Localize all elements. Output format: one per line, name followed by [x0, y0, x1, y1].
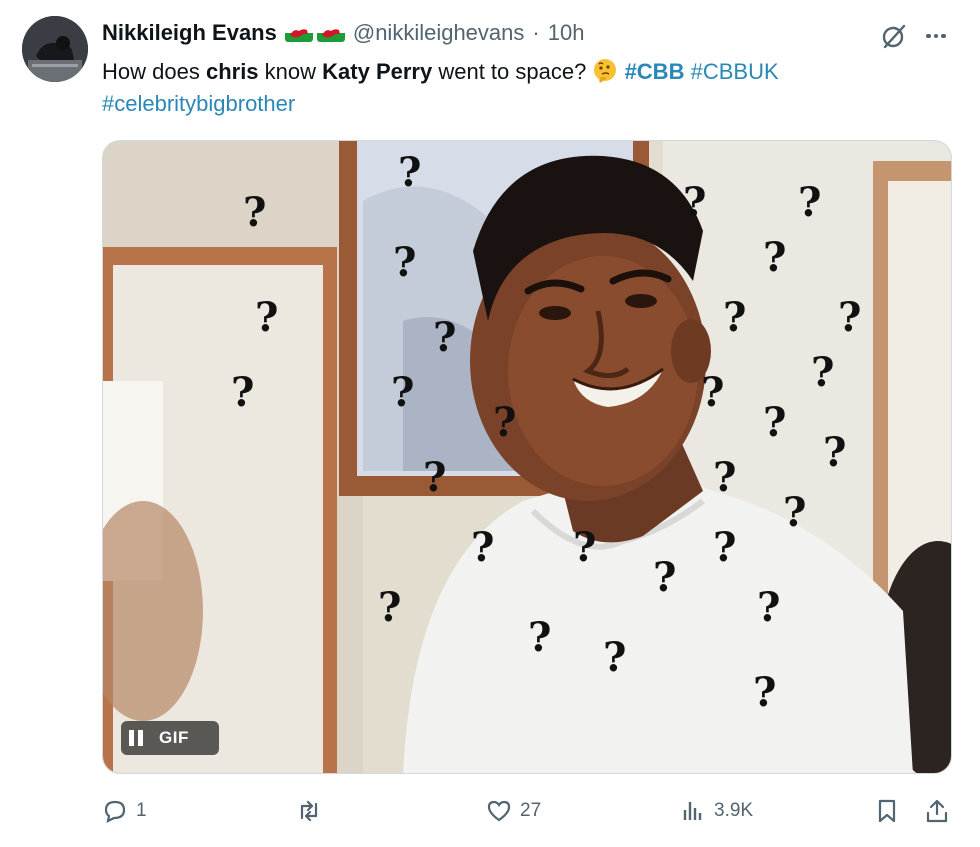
more-icon[interactable]	[922, 22, 950, 50]
share-icon	[926, 799, 948, 823]
like-button[interactable]: 27	[486, 794, 541, 828]
tweet-text-part: know	[258, 59, 323, 84]
tweet-text-part: How does	[102, 59, 206, 84]
user-handle[interactable]: @nikkileighevans	[353, 20, 525, 46]
flag-emojis	[284, 24, 345, 42]
wales-flag-icon	[284, 24, 313, 42]
hashtag-celebritybigbrother[interactable]: #celebritybigbrother	[102, 91, 295, 116]
svg-text:?: ?	[391, 369, 414, 416]
svg-text:?: ?	[753, 669, 776, 716]
svg-text:?: ?	[423, 454, 446, 501]
svg-text:?: ?	[528, 614, 551, 661]
like-icon	[487, 800, 511, 822]
bookmark-icon	[878, 799, 896, 823]
svg-text:?: ?	[783, 489, 806, 536]
tweet-header: Nikkileigh Evans @nikkileighevans · 10h	[102, 18, 584, 48]
mention-katy-perry: Katy Perry	[322, 59, 433, 84]
svg-text:?: ?	[433, 314, 456, 361]
thinking-face-emoji-icon	[594, 59, 617, 83]
bookmark-button[interactable]	[874, 794, 900, 828]
mention-chris: chris	[205, 59, 259, 84]
separator: ·	[532, 20, 540, 45]
svg-text:?: ?	[573, 524, 596, 571]
svg-text:?: ?	[231, 369, 254, 416]
timestamp[interactable]: 10h	[548, 20, 585, 46]
share-button[interactable]	[924, 794, 950, 828]
svg-text:?: ?	[723, 294, 746, 341]
like-count: 27	[520, 800, 542, 821]
svg-text:?: ?	[471, 524, 494, 571]
svg-text:?: ?	[713, 454, 736, 501]
svg-text:?: ?	[701, 369, 724, 416]
svg-text:?: ?	[683, 179, 706, 226]
svg-text:?: ?	[378, 584, 401, 631]
tweet-text: How does chris know Katy Perry went to s…	[102, 56, 942, 120]
gif-label: GIF	[159, 728, 189, 747]
view-count: 3.9K	[714, 800, 754, 821]
svg-text:?: ?	[603, 634, 626, 681]
wales-flag-icon	[316, 24, 345, 42]
svg-text:?: ?	[255, 294, 278, 341]
grok-icon[interactable]	[880, 22, 908, 50]
svg-text:?: ?	[838, 294, 861, 341]
action-bar: 1 27 3.9K	[102, 794, 952, 828]
repost-icon	[300, 800, 318, 822]
svg-text:?: ?	[398, 149, 421, 196]
gif-badge[interactable]: GIF	[121, 721, 219, 755]
svg-text:?: ?	[653, 554, 676, 601]
views-icon	[683, 802, 702, 820]
svg-text:?: ?	[393, 239, 416, 286]
svg-text:?: ?	[811, 349, 834, 396]
hashtag-cbb[interactable]: #CBB	[625, 59, 685, 84]
svg-text:?: ?	[757, 584, 780, 631]
tweet-text-part: went to space?	[432, 59, 593, 84]
pause-icon[interactable]	[129, 730, 143, 746]
display-name[interactable]: Nikkileigh Evans	[102, 20, 277, 46]
svg-text:?: ?	[243, 189, 266, 236]
confused-man-gif-image: ??? ??? ??? ??? ??? ??? ??? ??? ??? ??	[103, 141, 951, 773]
reply-icon	[104, 800, 126, 823]
svg-text:?: ?	[713, 524, 736, 571]
gif-media[interactable]: ??? ??? ??? ??? ??? ??? ??? ??? ??? ?? G…	[102, 140, 952, 774]
svg-text:?: ?	[823, 429, 846, 476]
repost-button[interactable]	[296, 794, 330, 828]
avatar[interactable]	[22, 16, 88, 82]
svg-text:?: ?	[798, 179, 821, 226]
views-button[interactable]: 3.9K	[680, 794, 753, 828]
svg-text:?: ?	[493, 399, 516, 446]
reply-button[interactable]: 1	[102, 794, 147, 828]
reply-count: 1	[136, 800, 147, 821]
svg-text:?: ?	[763, 399, 786, 446]
svg-text:?: ?	[763, 234, 786, 281]
hashtag-cbbuk[interactable]: #CBBUK	[691, 59, 779, 84]
